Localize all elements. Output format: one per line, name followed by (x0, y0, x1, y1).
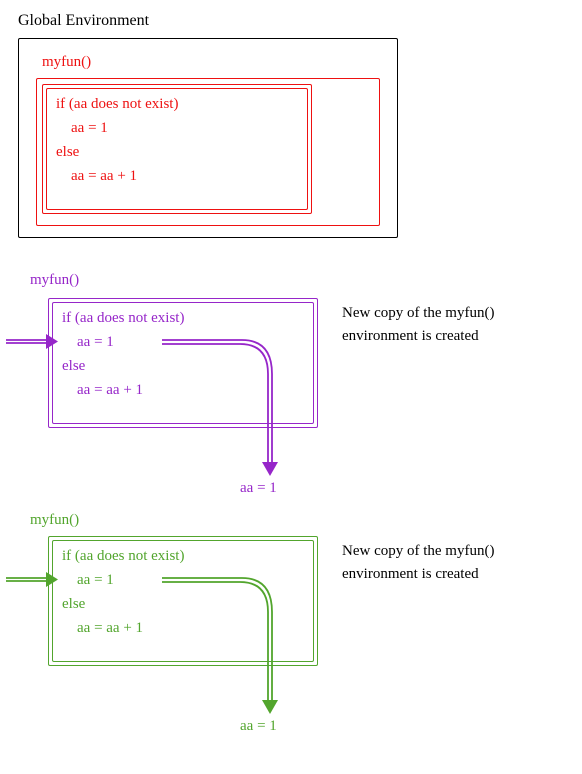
global-env-title: Global Environment (18, 12, 149, 30)
code-1-line1: if (aa does not exist) (56, 92, 178, 116)
result-3: aa = 1 (240, 718, 277, 735)
code-3-line4: aa = aa + 1 (62, 616, 143, 640)
fn-label-3: myfun() (30, 512, 79, 529)
code-3-line2: aa = 1 (62, 568, 114, 592)
result-2: aa = 1 (240, 480, 277, 497)
code-2-line2: aa = 1 (62, 330, 114, 354)
code-3-line3: else (62, 592, 85, 616)
fn-label-1: myfun() (42, 54, 91, 71)
code-2-line1: if (aa does not exist) (62, 306, 184, 330)
annotation-3: New copy of the myfun() environment is c… (342, 540, 494, 585)
arrow-in-3-icon (6, 568, 54, 592)
diagram-root: Global Environment myfun() if (aa does n… (12, 12, 570, 762)
code-1-line4: aa = aa + 1 (56, 164, 137, 188)
annotation-2: New copy of the myfun() environment is c… (342, 302, 494, 347)
code-2-line3: else (62, 354, 85, 378)
code-3-line1: if (aa does not exist) (62, 544, 184, 568)
arrow-in-2-icon (6, 330, 54, 354)
fn-label-2: myfun() (30, 272, 79, 289)
code-1-line2: aa = 1 (56, 116, 108, 140)
code-1-line3: else (56, 140, 79, 164)
code-2-line4: aa = aa + 1 (62, 378, 143, 402)
